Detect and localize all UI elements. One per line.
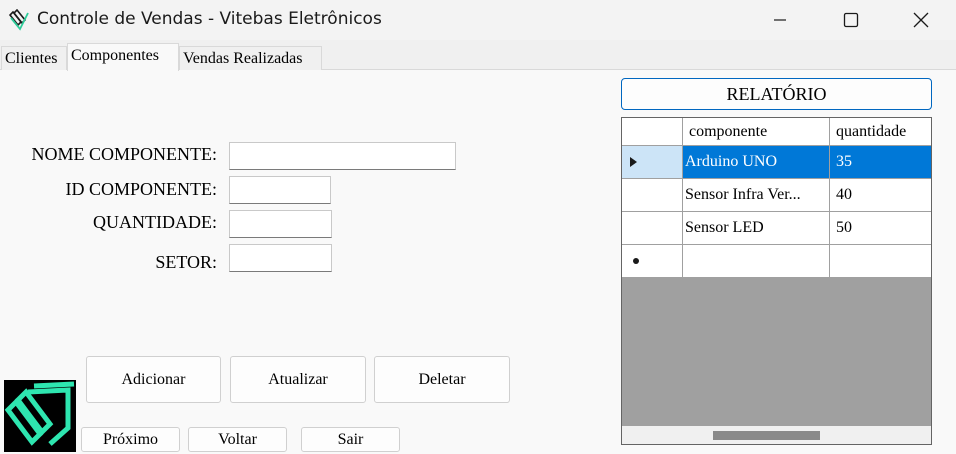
cell-componente[interactable] xyxy=(683,245,830,278)
cell-quantidade[interactable]: 50 xyxy=(830,212,931,245)
app-logo-icon xyxy=(8,9,29,31)
adicionar-button[interactable]: Adicionar xyxy=(86,356,221,403)
cell-quantidade[interactable]: 35 xyxy=(830,146,931,179)
new-row[interactable] xyxy=(622,245,931,278)
voltar-button[interactable]: Voltar xyxy=(188,427,287,452)
logo-icon xyxy=(4,381,75,446)
cell-componente[interactable]: Sensor LED xyxy=(683,212,830,245)
setor-label: SETOR: xyxy=(155,252,217,272)
id-componente-input[interactable] xyxy=(229,176,331,204)
column-header-componente[interactable]: componente xyxy=(683,118,830,146)
close-button[interactable] xyxy=(898,0,944,40)
company-logo xyxy=(4,380,76,452)
cell-componente[interactable]: Sensor Infra Ver... xyxy=(683,179,830,212)
grid-row-header-corner xyxy=(622,118,683,146)
tab-strip: Clientes Componentes Vendas Realizadas xyxy=(0,40,956,71)
tab-componentes[interactable]: Componentes xyxy=(67,43,179,71)
atualizar-button[interactable]: Atualizar xyxy=(230,356,366,403)
table-row[interactable]: Sensor LED 50 xyxy=(622,212,931,245)
grid-header-row: componente quantidade xyxy=(622,118,931,146)
deletar-button[interactable]: Deletar xyxy=(374,356,510,403)
tab-vendas-realizadas[interactable]: Vendas Realizadas xyxy=(179,46,322,70)
cell-quantidade[interactable]: 40 xyxy=(830,179,931,212)
row-header[interactable] xyxy=(622,146,683,179)
setor-input[interactable] xyxy=(229,244,332,272)
cell-quantidade[interactable] xyxy=(830,245,931,278)
row-header[interactable] xyxy=(622,179,683,212)
new-row-star-icon xyxy=(633,258,639,264)
close-icon xyxy=(913,12,929,28)
row-header[interactable] xyxy=(622,245,683,278)
table-row[interactable]: Sensor Infra Ver... 40 xyxy=(622,179,931,212)
id-componente-label: ID COMPONENTE: xyxy=(65,179,218,199)
sair-button[interactable]: Sair xyxy=(301,427,400,452)
quantidade-label: QUANTIDADE: xyxy=(93,212,217,232)
proximo-button[interactable]: Próximo xyxy=(81,427,180,452)
nome-componente-label: NOME COMPONENTE: xyxy=(31,144,217,164)
tab-clientes[interactable]: Clientes xyxy=(1,46,67,70)
cell-componente[interactable]: Arduino UNO xyxy=(683,146,830,179)
maximize-icon xyxy=(843,12,859,28)
minimize-icon xyxy=(774,19,786,21)
column-header-quantidade[interactable]: quantidade xyxy=(830,118,931,146)
window-title: Controle de Vendas - Vitebas Eletrônicos xyxy=(37,9,382,29)
table-row[interactable]: Arduino UNO 35 xyxy=(622,146,931,179)
nome-componente-input[interactable] xyxy=(229,142,456,170)
quantidade-input[interactable] xyxy=(229,210,332,238)
title-bar: Controle de Vendas - Vitebas Eletrônicos xyxy=(0,0,956,40)
componentes-grid[interactable]: componente quantidade Arduino UNO 35 Sen… xyxy=(621,117,932,445)
minimize-button[interactable] xyxy=(757,0,803,40)
horizontal-scrollbar[interactable] xyxy=(622,426,931,444)
maximize-button[interactable] xyxy=(828,0,874,40)
relatorio-button[interactable]: RELATÓRIO xyxy=(621,78,932,110)
scrollbar-thumb[interactable] xyxy=(713,431,820,440)
row-pointer-icon xyxy=(630,157,637,167)
row-header[interactable] xyxy=(622,212,683,245)
